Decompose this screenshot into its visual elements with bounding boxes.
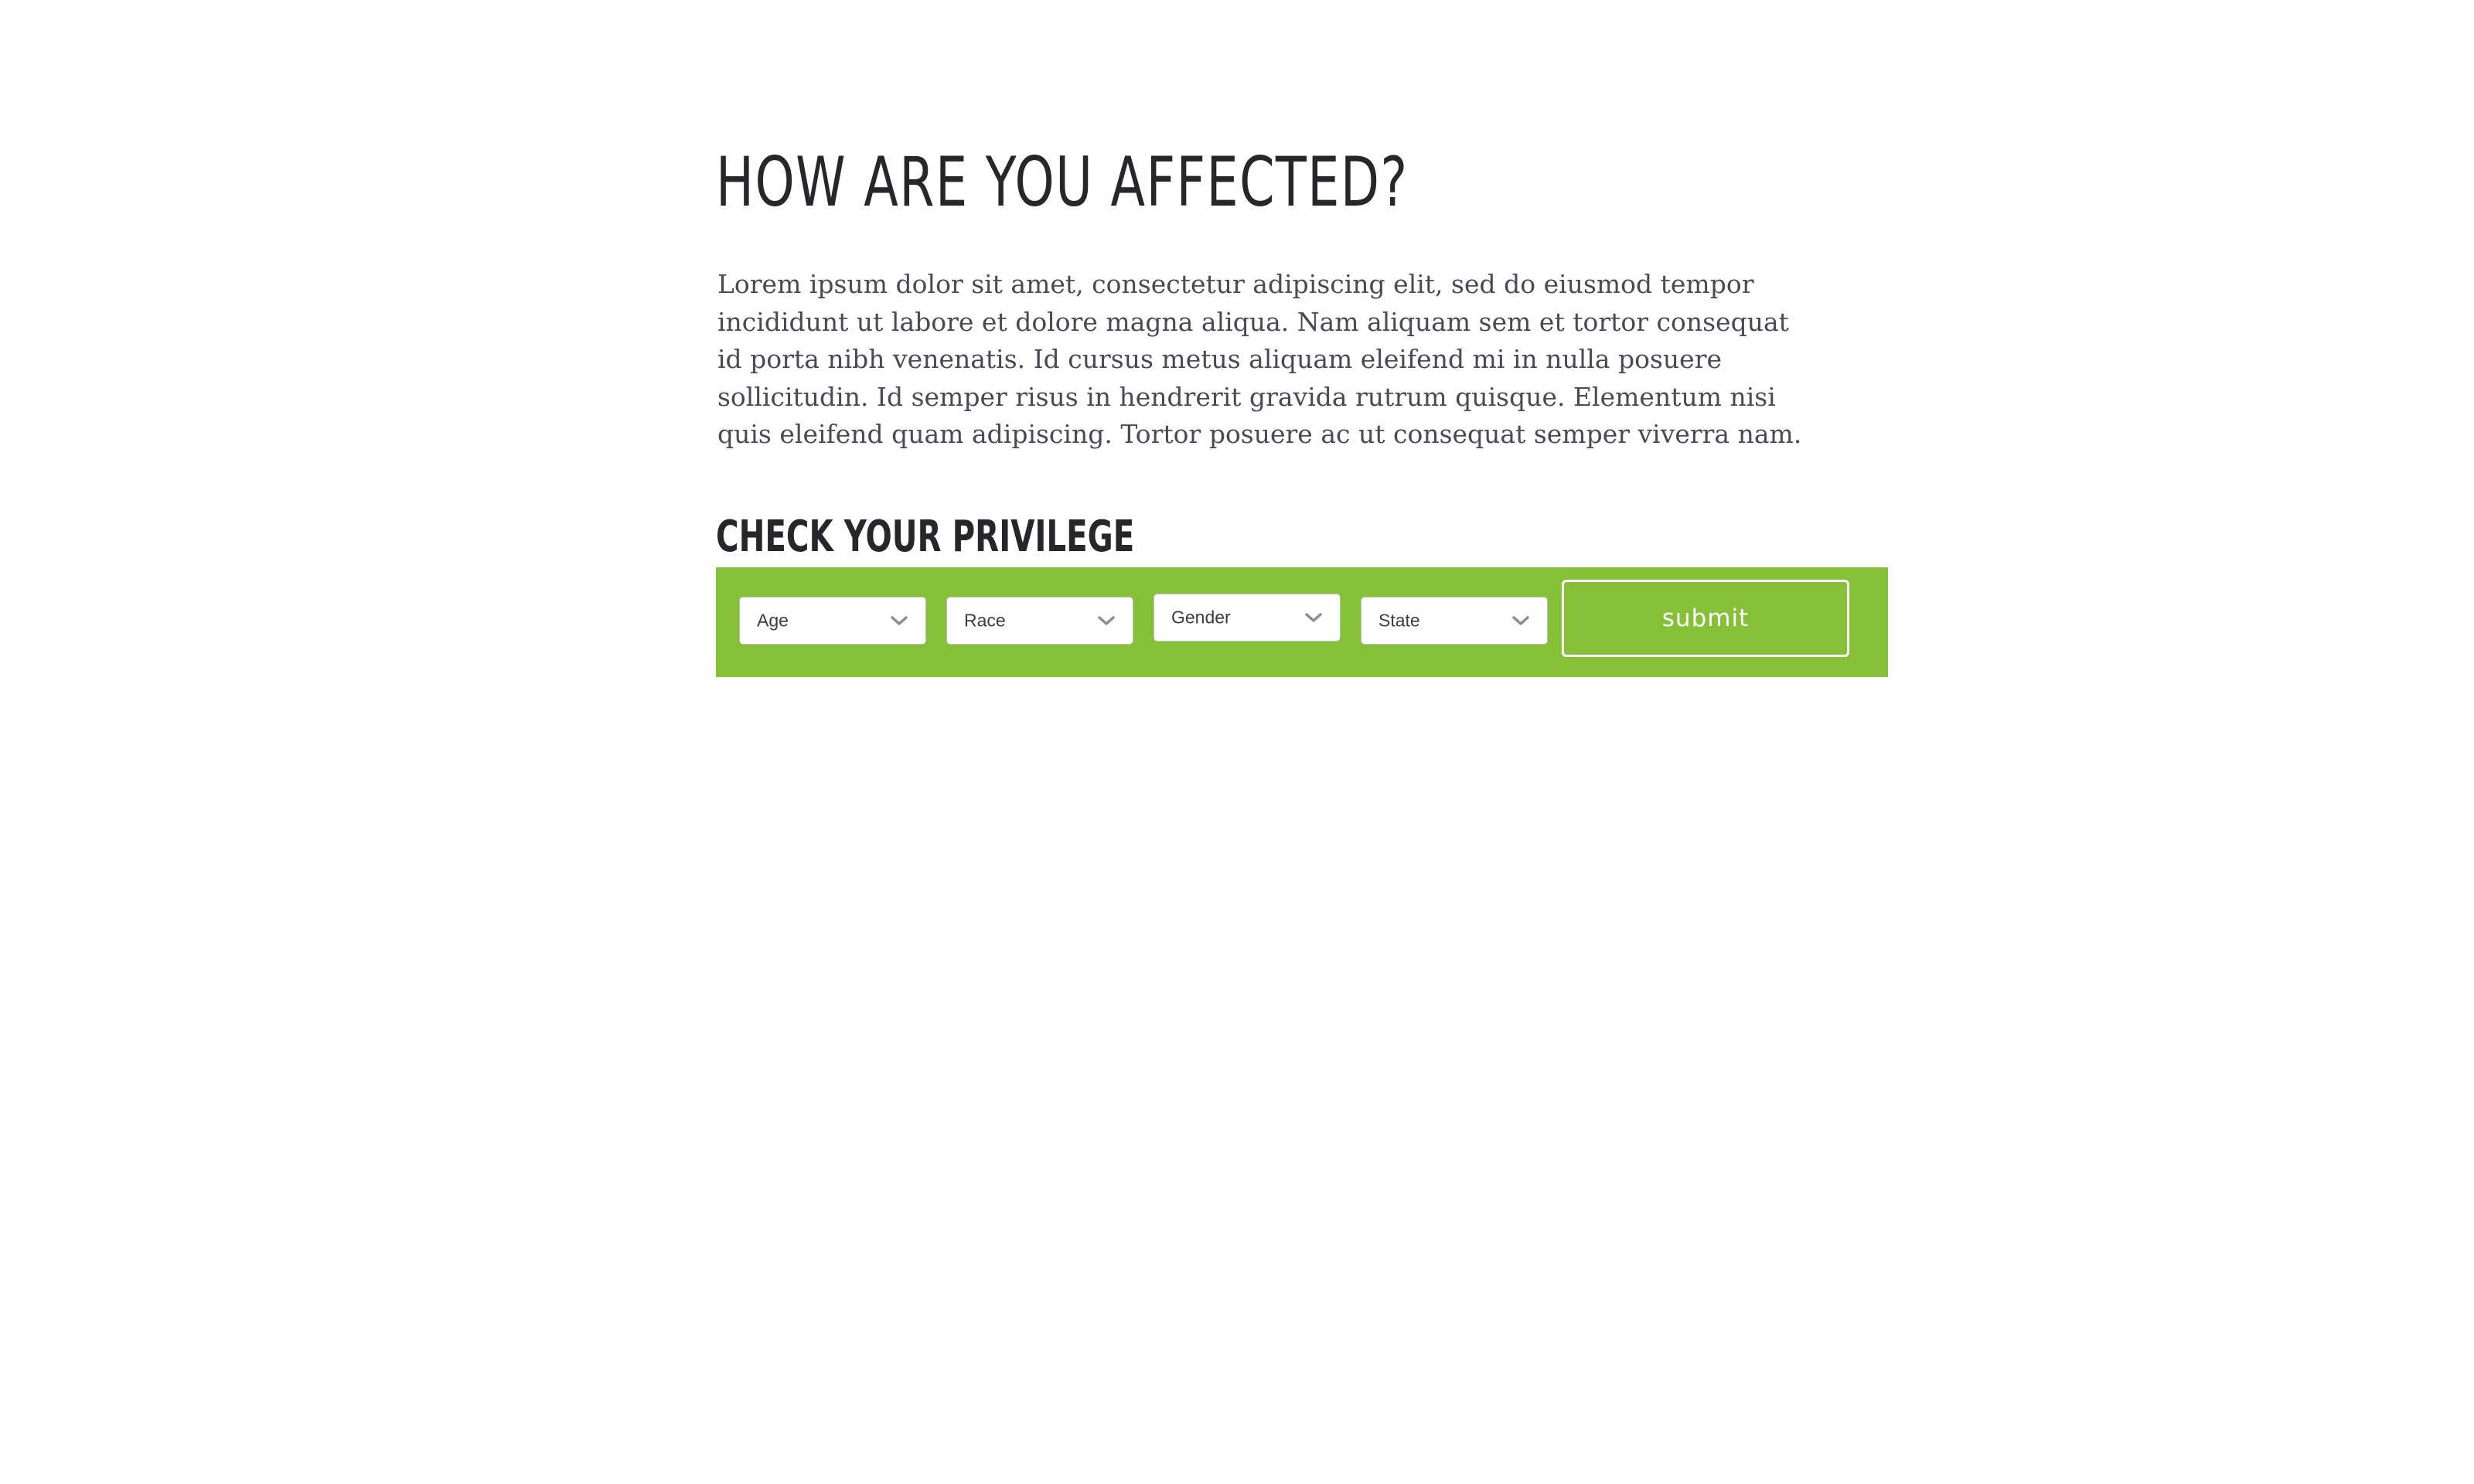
gender-select[interactable]: Gender	[1154, 594, 1341, 642]
age-select-label: Age	[757, 610, 789, 631]
race-select-label: Race	[964, 610, 1006, 631]
age-select[interactable]: Age	[739, 597, 926, 645]
state-select[interactable]: State	[1361, 597, 1548, 645]
gender-select-label: Gender	[1171, 607, 1231, 628]
page-title: HOW ARE YOU AFFECTED?	[716, 142, 1409, 222]
chevron-down-icon	[1098, 616, 1115, 625]
state-select-label: State	[1378, 610, 1420, 631]
submit-button[interactable]: submit	[1562, 580, 1849, 657]
privilege-section-title: CHECK YOUR PRIVILEGE	[716, 512, 1135, 562]
race-select[interactable]: Race	[946, 597, 1133, 645]
chevron-down-icon	[1512, 616, 1529, 625]
chevron-down-icon	[1305, 613, 1322, 622]
privilege-form: Age Race Gender State submit	[716, 567, 1888, 677]
intro-paragraph: Lorem ipsum dolor sit amet, consectetur …	[717, 269, 1802, 449]
chevron-down-icon	[891, 616, 908, 625]
